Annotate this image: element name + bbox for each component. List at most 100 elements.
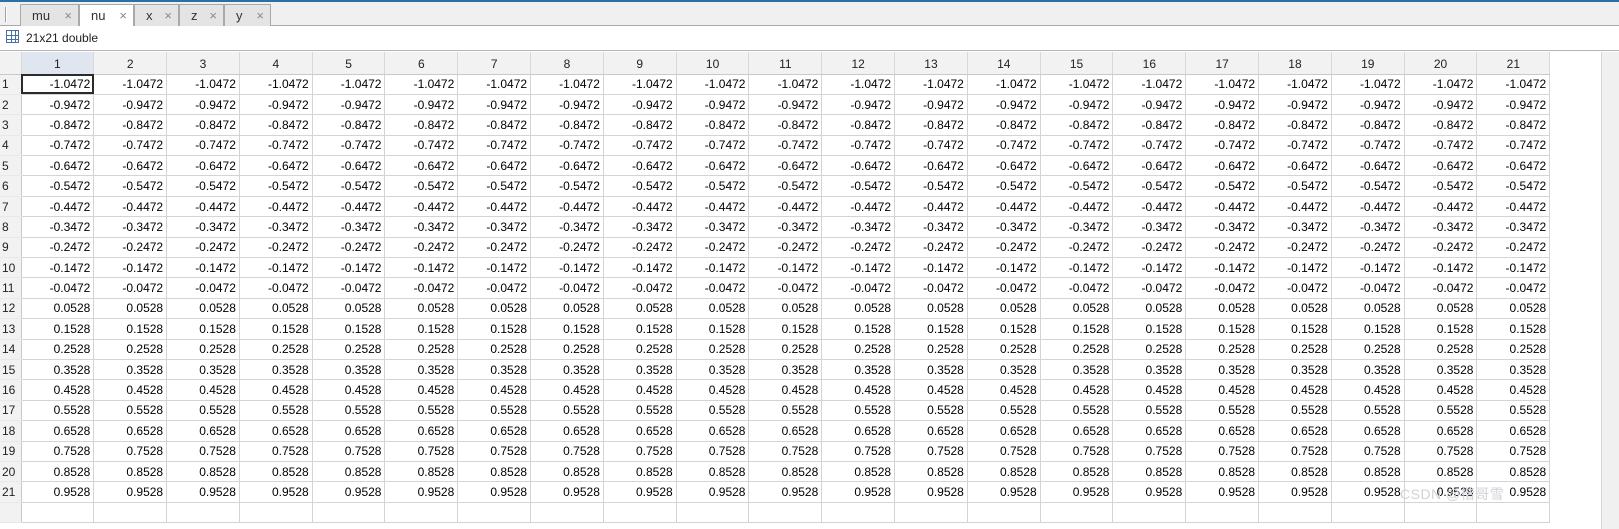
table-cell[interactable]: -0.4472 — [530, 196, 604, 218]
table-cell[interactable]: -0.4472 — [312, 196, 386, 218]
row-header[interactable]: 7 — [0, 196, 22, 218]
table-cell[interactable]: -0.6472 — [93, 155, 168, 177]
table-cell[interactable]: -0.3472 — [1040, 216, 1114, 238]
table-cell[interactable]: -1.0472 — [384, 74, 459, 95]
table-cell[interactable]: -0.8472 — [1112, 114, 1187, 136]
table-cell[interactable]: -1.0472 — [457, 74, 532, 95]
close-icon[interactable]: × — [209, 8, 217, 23]
column-header[interactable]: 15 — [1040, 52, 1114, 75]
table-cell[interactable]: 0.2528 — [676, 339, 750, 360]
table-cell[interactable]: 0.0528 — [1476, 298, 1551, 320]
table-cell[interactable]: 0.4528 — [457, 379, 532, 401]
table-cell[interactable]: 0.9528 — [748, 481, 823, 503]
table-cell[interactable]: 0.7528 — [603, 441, 677, 462]
table-cell[interactable]: 0.7528 — [239, 441, 313, 462]
table-cell[interactable]: -0.6472 — [967, 155, 1041, 177]
column-header[interactable]: 13 — [894, 52, 968, 75]
table-cell[interactable]: -1.0472 — [894, 74, 968, 95]
column-header[interactable]: 9 — [603, 52, 677, 75]
table-cell[interactable]: -0.4472 — [967, 196, 1041, 218]
table-cell[interactable]: 0.9528 — [676, 481, 750, 503]
table-cell[interactable]: 0.6528 — [676, 420, 750, 442]
table-cell[interactable]: 0.9528 — [312, 481, 386, 503]
table-cell-empty[interactable] — [239, 502, 313, 523]
table-cell[interactable]: 0.4528 — [312, 379, 386, 401]
table-cell[interactable]: 0.4528 — [676, 379, 750, 401]
table-cell[interactable]: -0.5472 — [1040, 175, 1114, 197]
row-header[interactable]: 16 — [0, 379, 22, 401]
table-cell[interactable]: -0.6472 — [166, 155, 240, 177]
table-cell[interactable]: 0.1528 — [1404, 318, 1478, 340]
table-cell[interactable]: 0.5528 — [967, 400, 1041, 422]
close-icon[interactable]: × — [256, 8, 264, 23]
table-cell[interactable]: -0.6472 — [1404, 155, 1478, 177]
table-cell[interactable]: 0.7528 — [1331, 441, 1405, 462]
table-cell[interactable]: -0.8472 — [1476, 114, 1551, 136]
row-header[interactable]: 12 — [0, 298, 22, 320]
table-cell[interactable]: 0.4528 — [1404, 379, 1478, 401]
table-cell[interactable]: 0.6528 — [166, 420, 240, 442]
table-cell[interactable]: 0.1528 — [676, 318, 750, 340]
table-cell[interactable]: -0.9472 — [1185, 94, 1260, 116]
table-cell[interactable]: 0.8528 — [1112, 461, 1187, 483]
table-cell[interactable]: -1.0472 — [312, 74, 386, 95]
table-cell[interactable]: -0.9472 — [21, 94, 95, 116]
table-cell[interactable]: -0.0472 — [748, 277, 823, 299]
table-cell[interactable]: -0.3472 — [1185, 216, 1260, 238]
table-cell[interactable]: -0.6472 — [603, 155, 677, 177]
table-cell[interactable]: -1.0472 — [166, 74, 240, 95]
table-cell[interactable]: 0.9528 — [894, 481, 968, 503]
table-cell[interactable]: -0.0472 — [166, 277, 240, 299]
table-cell-empty[interactable] — [1040, 502, 1114, 523]
table-cell[interactable]: 0.6528 — [1040, 420, 1114, 442]
table-cell[interactable]: 0.3528 — [530, 359, 604, 381]
table-cell[interactable]: -1.0472 — [603, 74, 677, 95]
table-cell[interactable]: 0.6528 — [1185, 420, 1260, 442]
table-cell[interactable]: -0.5472 — [821, 175, 896, 197]
table-cell[interactable]: -0.6472 — [239, 155, 313, 177]
table-cell[interactable]: 0.0528 — [530, 298, 604, 320]
table-cell[interactable]: 0.4528 — [530, 379, 604, 401]
table-cell[interactable]: 0.0528 — [1112, 298, 1187, 320]
row-header-empty[interactable] — [0, 502, 22, 523]
table-cell[interactable]: -0.8472 — [384, 114, 459, 136]
table-cell[interactable]: -0.8472 — [166, 114, 240, 136]
table-cell[interactable]: 0.6528 — [384, 420, 459, 442]
column-header[interactable]: 5 — [312, 52, 386, 75]
table-cell[interactable]: 0.9528 — [821, 481, 896, 503]
table-cell-empty[interactable] — [1185, 502, 1260, 523]
table-cell[interactable]: -0.2472 — [1040, 237, 1114, 259]
table-cell[interactable]: -0.0472 — [1476, 277, 1551, 299]
table-cell[interactable]: 0.6528 — [1258, 420, 1332, 442]
table-cell[interactable]: 0.3528 — [1258, 359, 1332, 381]
table-cell[interactable]: -0.0472 — [894, 277, 968, 299]
table-cell[interactable]: 0.3528 — [239, 359, 313, 381]
table-cell[interactable]: 0.9528 — [1331, 481, 1405, 503]
table-cell[interactable]: 0.8528 — [1404, 461, 1478, 483]
table-cell[interactable]: -0.8472 — [821, 114, 896, 136]
table-cell[interactable]: 0.5528 — [676, 400, 750, 422]
table-cell[interactable]: -0.2472 — [239, 237, 313, 259]
table-cell[interactable]: 0.4528 — [748, 379, 823, 401]
table-cell[interactable]: 0.4528 — [384, 379, 459, 401]
table-cell[interactable]: 0.2528 — [894, 339, 968, 360]
table-cell[interactable]: -0.2472 — [530, 237, 604, 259]
table-cell-empty[interactable] — [530, 502, 604, 523]
table-cell[interactable]: -0.8472 — [1331, 114, 1405, 136]
table-cell[interactable]: 0.2528 — [1404, 339, 1478, 360]
table-cell[interactable]: 0.5528 — [1040, 400, 1114, 422]
table-cell[interactable]: 0.0528 — [1331, 298, 1405, 320]
table-cell[interactable]: 0.4528 — [166, 379, 240, 401]
table-cell[interactable]: -1.0472 — [1185, 74, 1260, 95]
table-cell[interactable]: -0.8472 — [1258, 114, 1332, 136]
column-header[interactable]: 18 — [1258, 52, 1332, 75]
table-cell[interactable]: 0.1528 — [312, 318, 386, 340]
table-cell[interactable]: 0.7528 — [21, 441, 95, 462]
table-cell[interactable]: -0.4472 — [821, 196, 896, 218]
table-cell[interactable]: -0.7472 — [1404, 135, 1478, 157]
table-cell-empty[interactable] — [1112, 502, 1187, 523]
table-cell[interactable]: 0.4528 — [93, 379, 168, 401]
table-cell[interactable]: 0.7528 — [1404, 441, 1478, 462]
table-cell[interactable]: 0.6528 — [312, 420, 386, 442]
table-cell[interactable]: -0.8472 — [1185, 114, 1260, 136]
